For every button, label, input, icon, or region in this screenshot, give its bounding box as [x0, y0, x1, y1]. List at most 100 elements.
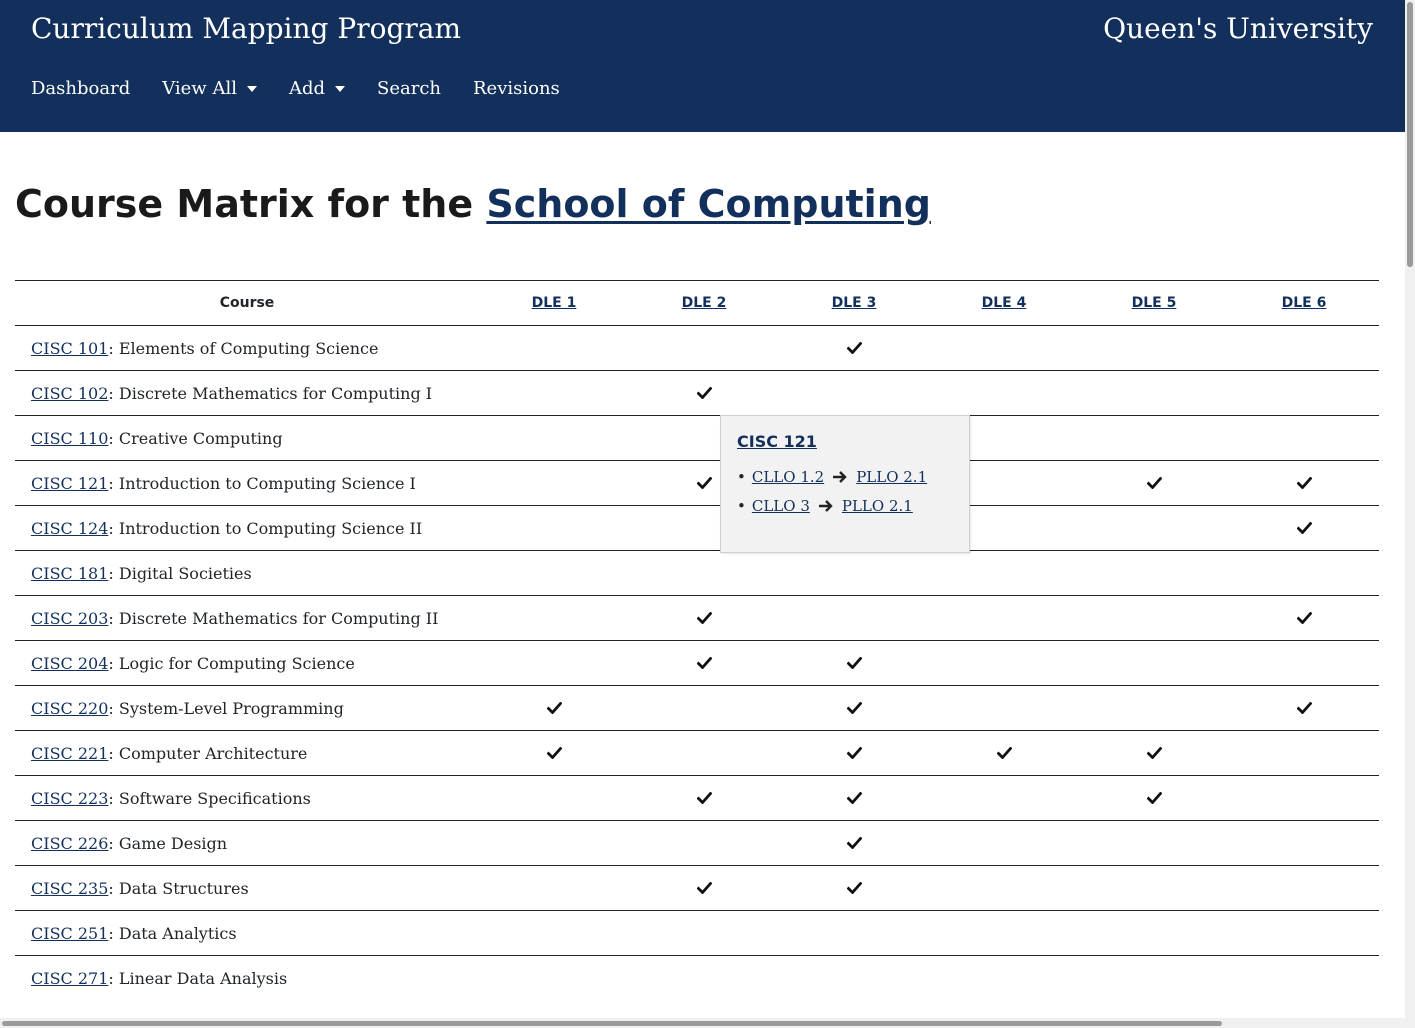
course-name: : Linear Data Analysis: [108, 968, 288, 988]
course-code-link[interactable]: CISC 203: [31, 609, 108, 628]
dle-cell: [479, 820, 629, 866]
course-code-link[interactable]: CISC 223: [31, 789, 108, 808]
dle-cell: [1079, 955, 1229, 1001]
horizontal-scrollbar[interactable]: [0, 1018, 1405, 1028]
dle-cell: [1229, 775, 1379, 821]
dle-cell: [1079, 820, 1229, 866]
nav-add[interactable]: Add: [289, 78, 345, 99]
course-cell: CISC 235: Data Structures: [15, 865, 479, 911]
dle-cell: [479, 595, 629, 641]
table-row: CISC 251: Data Analytics: [15, 910, 1379, 956]
course-name: : Digital Societies: [108, 563, 252, 583]
horizontal-scroll-thumb[interactable]: [2, 1021, 1222, 1026]
bullet-icon: •: [737, 496, 746, 515]
dle-cell: [929, 370, 1079, 416]
pllo-link[interactable]: PLLO 2.1: [842, 497, 913, 515]
popover-course-link[interactable]: CISC 121: [737, 432, 817, 451]
course-cell: CISC 220: System-Level Programming: [15, 685, 479, 731]
course-code-link[interactable]: CISC 251: [31, 924, 108, 943]
checkmark-icon: [696, 789, 712, 808]
dle-cell: [1229, 460, 1379, 506]
dle-column-header: DLE 4: [929, 280, 1079, 326]
checkmark-icon: [696, 654, 712, 673]
dle-cell: [1229, 325, 1379, 371]
pllo-link[interactable]: PLLO 2.1: [856, 468, 927, 486]
course-code-link[interactable]: CISC 204: [31, 654, 108, 673]
table-body: CISC 101: Elements of Computing Science C…: [15, 325, 1379, 1001]
course-name: : Elements of Computing Science: [108, 338, 379, 358]
cllo-link[interactable]: CLLO 1.2: [752, 468, 824, 486]
dle-header-link[interactable]: DLE 6: [1282, 295, 1327, 311]
course-code-link[interactable]: CISC 181: [31, 564, 108, 583]
cllo-link[interactable]: CLLO 3: [752, 497, 810, 515]
dle-cell: [479, 685, 629, 731]
course-code-link[interactable]: CISC 220: [31, 699, 108, 718]
course-name: : Creative Computing: [108, 428, 283, 448]
arrow-right-icon: [833, 470, 847, 483]
dle-cell: [629, 955, 779, 1001]
course-code-link[interactable]: CISC 226: [31, 834, 108, 853]
vertical-scrollbar[interactable]: [1405, 0, 1415, 1028]
checkmark-icon: [696, 879, 712, 898]
dle-cell: [1229, 550, 1379, 596]
course-cell: CISC 181: Digital Societies: [15, 550, 479, 596]
dle-cell: [479, 910, 629, 956]
dle-header-link[interactable]: DLE 2: [682, 295, 727, 311]
dle-cell: [929, 730, 1079, 776]
school-link[interactable]: School of Computing: [486, 182, 931, 226]
checkmark-icon: [1296, 609, 1312, 628]
dle-cell: [779, 685, 929, 731]
dle-cell: [1079, 775, 1229, 821]
dle-cell: [479, 505, 629, 551]
checkmark-icon: [846, 834, 862, 853]
nav-revisions[interactable]: Revisions: [473, 78, 560, 99]
dle-cell: [779, 955, 929, 1001]
checkmark-icon: [1146, 789, 1162, 808]
dle-cell: [1229, 820, 1379, 866]
course-code-link[interactable]: CISC 101: [31, 339, 108, 358]
university-brand[interactable]: Queen's University: [1103, 12, 1373, 45]
course-name: : Data Structures: [108, 878, 249, 898]
course-code-link[interactable]: CISC 110: [31, 429, 108, 448]
vertical-scroll-thumb[interactable]: [1407, 2, 1413, 267]
dle-header-link[interactable]: DLE 1: [532, 295, 577, 311]
dle-cell: [1229, 685, 1379, 731]
dle-cell: [779, 730, 929, 776]
dle-cell: [929, 550, 1079, 596]
dle-cell: [629, 550, 779, 596]
nav-dashboard[interactable]: Dashboard: [31, 78, 130, 99]
popover-mapping-item: • CLLO 1.2 PLLO 2.1: [737, 462, 927, 491]
course-code-link[interactable]: CISC 102: [31, 384, 108, 403]
dle-cell: [1079, 550, 1229, 596]
dle-cell: [1229, 370, 1379, 416]
dle-cell: [779, 370, 929, 416]
course-code-link[interactable]: CISC 221: [31, 744, 108, 763]
course-name: : Logic for Computing Science: [108, 653, 355, 673]
course-code-link[interactable]: CISC 235: [31, 879, 108, 898]
course-code-link[interactable]: CISC 271: [31, 969, 108, 988]
checkmark-icon: [696, 474, 712, 493]
nav-search[interactable]: Search: [377, 78, 441, 99]
page-title: Course Matrix for the School of Computin…: [15, 182, 931, 226]
dle-cell: [1079, 685, 1229, 731]
course-cell: CISC 102: Discrete Mathematics for Compu…: [15, 370, 479, 416]
app-title[interactable]: Curriculum Mapping Program: [31, 12, 461, 45]
dle-header-link[interactable]: DLE 3: [832, 295, 877, 311]
dle-header-link[interactable]: DLE 5: [1132, 295, 1177, 311]
popover-mapping-item: • CLLO 3 PLLO 2.1: [737, 491, 927, 520]
course-name: : Introduction to Computing Science I: [108, 473, 416, 493]
table-row: CISC 124: Introduction to Computing Scie…: [15, 505, 1379, 551]
table-row: CISC 235: Data Structures: [15, 865, 1379, 911]
nav-view-all[interactable]: View All: [162, 78, 257, 99]
dle-cell: [1079, 325, 1229, 371]
checkmark-icon: [846, 654, 862, 673]
dle-column-header: DLE 5: [1079, 280, 1229, 326]
course-code-link[interactable]: CISC 121: [31, 474, 108, 493]
dle-header-link[interactable]: DLE 4: [982, 295, 1027, 311]
course-code-link[interactable]: CISC 124: [31, 519, 108, 538]
table-header-row: Course DLE 1 DLE 2 DLE 3 DLE 4 DLE 5 DLE…: [15, 280, 1379, 326]
caret-down-icon: [246, 85, 257, 92]
course-cell: CISC 271: Linear Data Analysis: [15, 955, 479, 1001]
course-name: : Introduction to Computing Science II: [108, 518, 423, 538]
table-row: CISC 271: Linear Data Analysis: [15, 955, 1379, 1001]
